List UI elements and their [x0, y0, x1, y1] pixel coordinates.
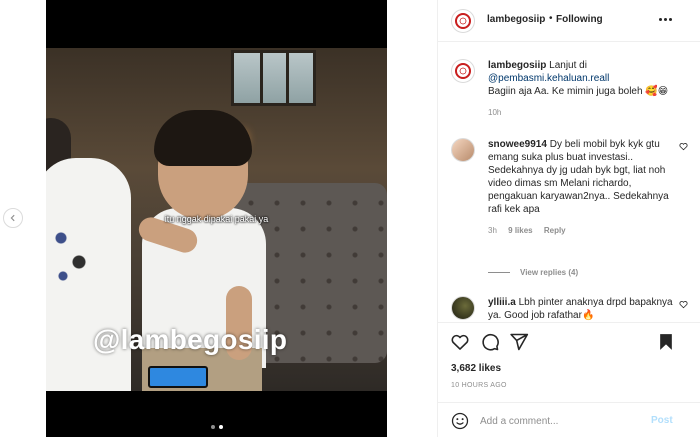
carousel-dots	[46, 425, 387, 429]
caption-username[interactable]: lambegosiip	[488, 60, 546, 71]
phone-in-hand	[148, 366, 208, 388]
watermark: @lambegosiip	[93, 324, 288, 355]
comment-text: Lbh pinter anaknya drpd bapaknya ya. Goo…	[488, 297, 673, 321]
carousel-dot[interactable]	[210, 425, 215, 429]
comment-input[interactable]	[480, 412, 650, 430]
previous-post-button[interactable]	[3, 208, 23, 228]
replies-line	[488, 272, 510, 273]
heart-icon[interactable]	[450, 332, 470, 352]
chevron-left-icon	[10, 214, 15, 222]
post-panel: lambegosiip • Following lambegosiip Lanj…	[437, 0, 700, 437]
comment-username[interactable]: snowee9914	[488, 139, 547, 150]
child-hair	[154, 110, 252, 166]
video-caption-overlay: itu nggak dipakai pakai ya	[164, 214, 269, 224]
author-username[interactable]: lambegosiip	[487, 14, 545, 25]
posted-time: 10 HOURS AGO	[451, 382, 507, 389]
caption-time: 10h	[488, 108, 502, 117]
caption-meta: 10h	[488, 106, 673, 119]
comment-body: ylliii.a Lbh pinter anaknya drpd bapakny…	[488, 296, 673, 322]
emoji-icon[interactable]	[451, 412, 469, 430]
side-person	[46, 158, 131, 391]
comment-time: 3h	[488, 226, 497, 235]
comment-username[interactable]: ylliii.a	[488, 297, 516, 308]
commenter-avatar[interactable]	[451, 138, 475, 162]
caption-mention-link[interactable]: @pembasmi.kehaluan.reall	[488, 73, 609, 84]
header-separator: •	[549, 13, 553, 24]
comment-icon[interactable]	[480, 332, 500, 352]
comment-like-heart-icon[interactable]	[679, 142, 688, 151]
comments-list[interactable]: lambegosiip Lanjut di @pembasmi.kehaluan…	[438, 43, 700, 322]
caption-text: Lanjut di	[549, 60, 587, 71]
post-button[interactable]: Post	[651, 415, 673, 426]
comment-like-heart-icon[interactable]	[679, 300, 688, 309]
share-icon[interactable]	[509, 332, 529, 352]
post-media[interactable]: itu nggak dipakai pakai ya @lambegosiip	[46, 0, 387, 437]
caption-text-2: Bagiin aja Aa. Ke mimin juga boleh 🥰😁	[488, 86, 669, 97]
comment-body: snowee9914 Dy beli mobil byk kyk gtu ema…	[488, 138, 673, 237]
left-gutter	[0, 0, 46, 437]
comment-likes[interactable]: 9 likes	[508, 226, 532, 235]
comment-text: Dy beli mobil byk kyk gtu emang suka plu…	[488, 139, 669, 215]
view-replies-button[interactable]: View replies (4)	[488, 268, 578, 277]
carousel-dot-active[interactable]	[218, 425, 223, 429]
author-avatar[interactable]	[451, 9, 475, 33]
caption-avatar[interactable]	[451, 59, 475, 83]
reply-button[interactable]: Reply	[544, 226, 566, 235]
add-comment-bar: Post	[438, 402, 700, 437]
bookmark-icon[interactable]	[656, 332, 676, 352]
view-replies-label: View replies (4)	[520, 268, 579, 277]
post-header: lambegosiip • Following	[438, 0, 700, 42]
likes-count[interactable]: 3,682 likes	[451, 363, 501, 374]
comment-meta: 3h 9 likes Reply	[488, 224, 673, 237]
caption-body: lambegosiip Lanjut di @pembasmi.kehaluan…	[488, 59, 673, 119]
post-actions: 3,682 likes 10 HOURS AGO	[438, 322, 700, 402]
window	[231, 50, 316, 106]
commenter-avatar[interactable]	[451, 296, 475, 320]
more-horizontal-icon[interactable]	[659, 14, 675, 24]
following-button[interactable]: Following	[556, 14, 603, 25]
